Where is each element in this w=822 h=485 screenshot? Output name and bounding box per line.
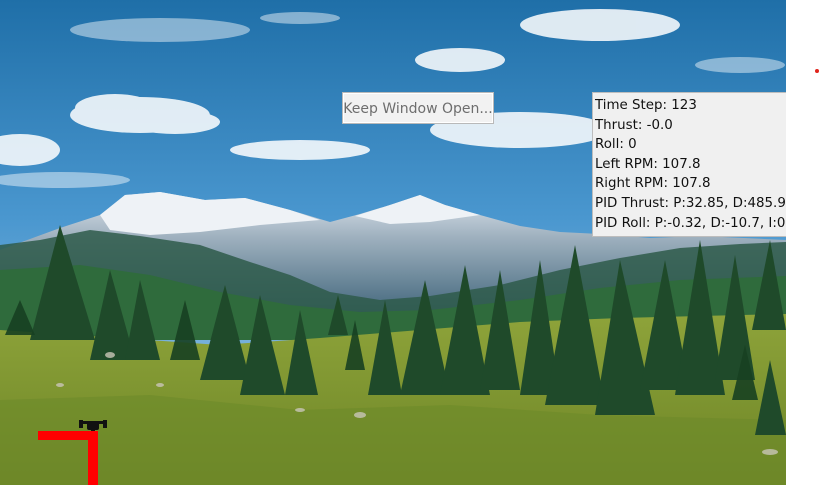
landscape-background [0, 0, 786, 485]
indicator-dot [815, 69, 819, 73]
keep-window-open-button[interactable]: Keep Window Open... [342, 92, 494, 124]
telemetry-pid-roll: PID Roll: P:-0.32, D:-10.7, I:0 [595, 215, 786, 231]
telemetry-thrust: Thrust: -0.0 [595, 117, 673, 133]
telemetry-pid-thrust: PID Thrust: P:32.85, D:485.96, [595, 195, 786, 211]
telemetry-time-step: Time Step: 123 [595, 98, 697, 113]
sensor-bar-marker [38, 431, 98, 485]
simulation-viewport: Keep Window Open... Time Step: 123 Thrus… [0, 0, 786, 485]
telemetry-right-rpm: Right RPM: 107.8 [595, 176, 711, 192]
telemetry-panel: Time Step: 123 Thrust: -0.0 Roll: 0 Left… [592, 92, 786, 237]
telemetry-left-rpm: Left RPM: 107.8 [595, 156, 701, 172]
telemetry-roll: Roll: 0 [595, 137, 637, 153]
